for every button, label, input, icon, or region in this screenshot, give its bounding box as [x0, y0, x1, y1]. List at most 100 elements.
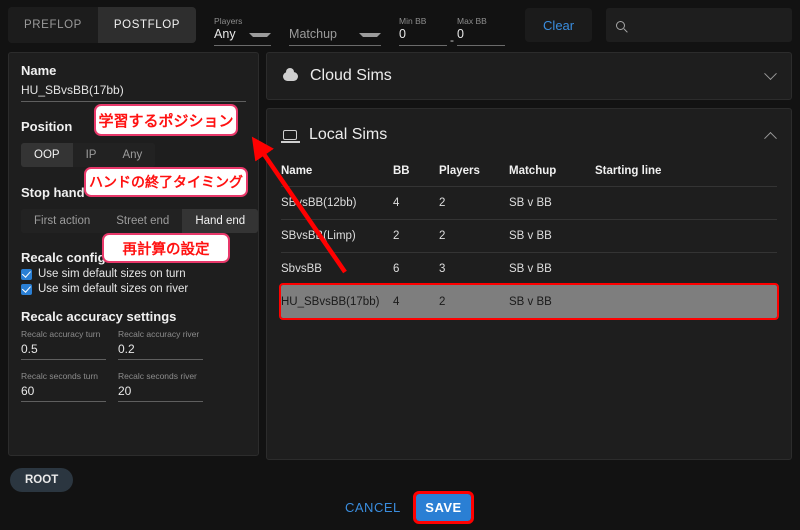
min-bb-input[interactable]: 0 — [399, 27, 448, 46]
cloud-sims-card: Cloud Sims — [266, 52, 792, 100]
table-row[interactable]: SBvsBB(12bb) 4 2 SB v BB — [281, 186, 777, 219]
checkbox-row-turn[interactable]: Use sim default sizes on turn — [21, 268, 246, 280]
recalc-seconds-turn-input[interactable]: 60 — [21, 382, 106, 402]
matchup-select-value: Matchup — [289, 27, 337, 41]
max-bb-input[interactable]: 0 — [457, 27, 506, 46]
local-sims-table: Name BB Players Matchup Starting line SB… — [267, 161, 791, 320]
local-sims-header[interactable]: Local Sims — [267, 109, 791, 161]
stop-hand-option-first-action[interactable]: First action — [21, 209, 104, 233]
cell-name: SBvsBB(Limp) — [281, 230, 356, 242]
local-sims-title: Local Sims — [309, 126, 388, 143]
column-header-players: Players — [439, 165, 480, 177]
max-bb-label: Max BB — [457, 15, 487, 26]
min-bb-label: Min BB — [399, 15, 427, 26]
checkbox-turn[interactable] — [21, 268, 32, 280]
table-header-row: Name BB Players Matchup Starting line — [281, 161, 777, 186]
laptop-icon — [281, 130, 300, 143]
stop-hand-toggle-group: First action Street end Hand end — [21, 209, 259, 233]
matchup-select[interactable]: Matchup — [289, 27, 382, 46]
chevron-down-icon[interactable] — [764, 66, 777, 80]
checkbox-river[interactable] — [21, 283, 32, 295]
stop-hand-option-hand-end[interactable]: Hand end — [182, 209, 259, 233]
column-header-starting-line: Starting line — [595, 165, 662, 177]
cell-bb: 4 — [393, 197, 400, 209]
max-bb-value: 0 — [457, 27, 464, 41]
cell-matchup: SB v BB — [509, 296, 552, 308]
recalc-accuracy-header: Recalc accuracy settings — [21, 309, 177, 324]
cell-matchup: SB v BB — [509, 263, 552, 275]
column-header-name: Name — [281, 165, 313, 177]
tab-preflop[interactable]: PREFLOP — [8, 7, 98, 43]
chevron-down-icon — [359, 32, 382, 37]
recalc-accuracy-river-label: Recalc accuracy river — [118, 329, 200, 339]
cell-matchup: SB v BB — [509, 230, 552, 242]
recalc-accuracy-river-field: Recalc accuracy river 0.2 — [118, 329, 203, 360]
matchup-filter: Matchup — [289, 4, 382, 46]
sims-column: Cloud Sims Local Sims Name BB Players Ma… — [266, 52, 792, 460]
table-row[interactable]: SBvsBB(Limp) 2 2 SB v BB — [281, 219, 777, 252]
annotation-stop-hand-note: ハンドの終了タイミング — [84, 167, 248, 197]
table-row[interactable]: SbvsBB 6 3 SB v BB — [281, 252, 777, 285]
local-sims-card: Local Sims Name BB Players Matchup Start… — [266, 108, 792, 460]
street-tab-group: PREFLOP POSTFLOP — [8, 7, 197, 43]
checkbox-river-label: Use sim default sizes on river — [38, 283, 189, 295]
position-toggle-group: OOP IP Any — [21, 143, 156, 167]
min-bb-value: 0 — [399, 27, 406, 41]
bb-range-dash: - — [450, 33, 455, 47]
column-header-matchup: Matchup — [509, 165, 557, 177]
cell-name: HU_SBvsBB(17bb) — [281, 296, 380, 308]
save-button[interactable]: SAVE — [413, 491, 474, 524]
root-button[interactable]: ROOT — [10, 468, 74, 492]
cloud-sims-header[interactable]: Cloud Sims — [267, 53, 791, 99]
checkbox-row-river[interactable]: Use sim default sizes on river — [21, 283, 246, 295]
cell-bb: 6 — [393, 263, 400, 275]
table-row-selected[interactable]: HU_SBvsBB(17bb) 4 2 SB v BB — [279, 283, 779, 320]
recalc-accuracy-row: Recalc accuracy turn 0.5 Recalc accuracy… — [21, 329, 246, 360]
recalc-accuracy-turn-label: Recalc accuracy turn — [21, 329, 101, 339]
cancel-button[interactable]: CANCEL — [345, 500, 401, 515]
recalc-seconds-river-field: Recalc seconds river 20 — [118, 371, 203, 402]
recalc-seconds-row: Recalc seconds turn 60 Recalc seconds ri… — [21, 371, 246, 402]
cloud-icon — [283, 67, 298, 81]
position-option-oop[interactable]: OOP — [21, 143, 73, 167]
recalc-seconds-river-input[interactable]: 20 — [118, 382, 203, 402]
chevron-down-icon — [249, 32, 272, 37]
cell-bb: 4 — [393, 296, 400, 308]
recalc-accuracy-river-input[interactable]: 0.2 — [118, 340, 203, 360]
cell-players: 2 — [439, 230, 446, 242]
clear-button[interactable]: Clear — [525, 8, 593, 42]
checkbox-turn-label: Use sim default sizes on turn — [38, 268, 186, 280]
cell-players: 3 — [439, 263, 446, 275]
position-option-any[interactable]: Any — [109, 143, 156, 167]
annotation-recalc-note: 再計算の設定 — [102, 233, 230, 263]
cell-players: 2 — [439, 197, 446, 209]
cell-matchup: SB v BB — [509, 197, 552, 209]
players-filter-label: Players — [214, 15, 243, 26]
cell-name: SBvsBB(12bb) — [281, 197, 357, 209]
players-select[interactable]: Any — [214, 27, 272, 46]
recalc-accuracy-turn-input[interactable]: 0.5 — [21, 340, 106, 360]
chevron-up-icon[interactable] — [764, 131, 777, 145]
recalc-seconds-river-label: Recalc seconds river — [118, 371, 197, 381]
recalc-accuracy-turn-field: Recalc accuracy turn 0.5 — [21, 329, 106, 360]
min-bb-filter: Min BB 0 — [399, 4, 448, 46]
players-filter: Players Any — [214, 4, 272, 46]
name-input[interactable]: HU_SBvsBB(17bb) — [21, 83, 246, 102]
toolbar: PREFLOP POSTFLOP Players Any Matchup Min… — [0, 0, 800, 50]
max-bb-filter: Max BB 0 — [457, 4, 506, 46]
cell-players: 2 — [439, 296, 446, 308]
cloud-sims-title: Cloud Sims — [310, 67, 392, 84]
column-header-bb: BB — [393, 165, 410, 177]
tab-postflop[interactable]: POSTFLOP — [97, 7, 197, 43]
name-field-label: Name — [21, 63, 57, 78]
search-input[interactable] — [606, 8, 792, 42]
annotation-position-note: 学習するポジション — [94, 104, 238, 136]
cell-bb: 2 — [393, 230, 400, 242]
position-option-ip[interactable]: IP — [72, 143, 110, 167]
app-root: PREFLOP POSTFLOP Players Any Matchup Min… — [0, 0, 800, 530]
recalc-seconds-turn-field: Recalc seconds turn 60 — [21, 371, 106, 402]
stop-hand-option-street-end[interactable]: Street end — [103, 209, 183, 233]
recalc-seconds-turn-label: Recalc seconds turn — [21, 371, 99, 381]
players-select-value: Any — [214, 27, 236, 41]
search-icon — [616, 20, 626, 30]
